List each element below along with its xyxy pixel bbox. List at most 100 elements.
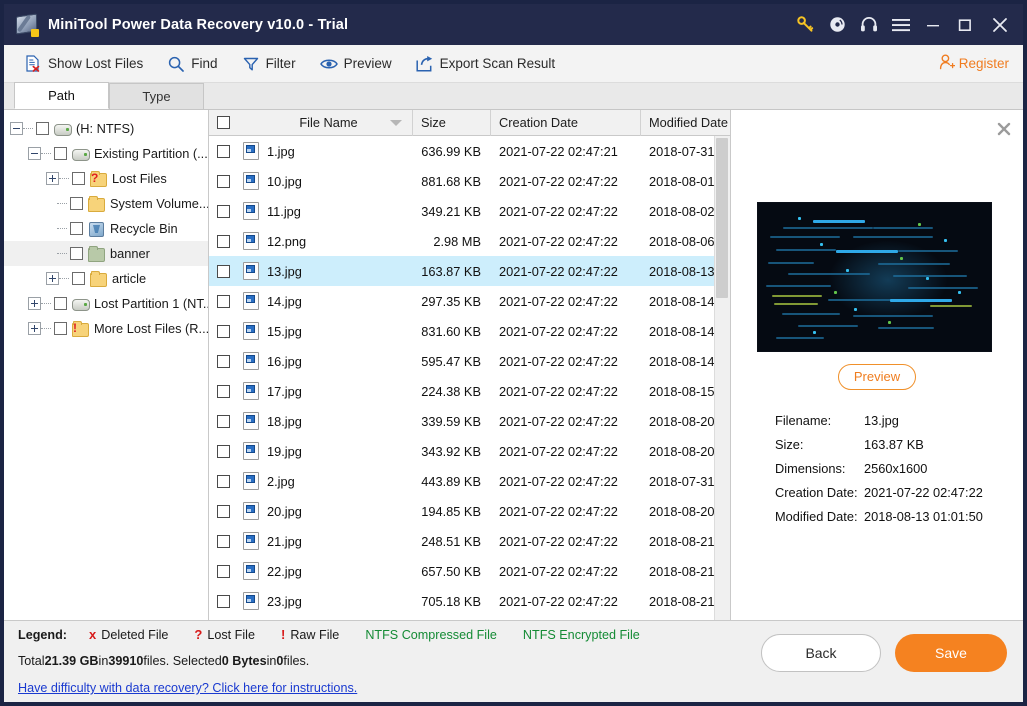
tree-item-system-volume[interactable]: System Volume... xyxy=(4,191,208,216)
tree-expander-plus-icon[interactable] xyxy=(28,322,41,335)
close-icon[interactable] xyxy=(981,4,1019,45)
preview-button[interactable]: Preview xyxy=(308,45,404,82)
tree-item-checkbox[interactable] xyxy=(70,222,83,235)
tree-item-checkbox[interactable] xyxy=(54,297,67,310)
file-row-checkbox-cell[interactable] xyxy=(209,354,237,368)
tree-expander-plus-icon[interactable] xyxy=(46,172,59,185)
headset-icon[interactable] xyxy=(853,4,885,45)
file-row-checkbox[interactable] xyxy=(216,204,230,218)
file-row-checkbox-cell[interactable] xyxy=(209,294,237,308)
file-row[interactable]: 16.jpg 595.47 KB 2021-07-22 02:47:22 2018-0… xyxy=(209,346,730,376)
file-list-scrollbar[interactable] xyxy=(714,136,730,620)
file-row-checkbox-cell[interactable] xyxy=(209,504,237,518)
hamburger-menu-icon[interactable] xyxy=(885,4,917,45)
tree-item-checkbox[interactable] xyxy=(36,122,49,135)
file-row-checkbox[interactable] xyxy=(216,564,230,578)
preview-open-button[interactable]: Preview xyxy=(838,364,916,390)
tree-item-checkbox[interactable] xyxy=(54,147,67,160)
register-button[interactable]: Register xyxy=(939,45,1009,82)
file-row[interactable]: 11.jpg 349.21 KB 2021-07-22 02:47:22 2018-0… xyxy=(209,196,730,226)
file-row-checkbox[interactable] xyxy=(216,594,230,608)
file-row[interactable]: 19.jpg 343.92 KB 2021-07-22 02:47:22 2018-0… xyxy=(209,436,730,466)
filter-button[interactable]: Filter xyxy=(230,45,308,82)
tree-item-checkbox[interactable] xyxy=(72,272,85,285)
tree-expander-minus-icon[interactable] xyxy=(28,147,41,160)
file-row[interactable]: 1.jpg 636.99 KB 2021-07-22 02:47:21 2018-07… xyxy=(209,136,730,166)
tab-path[interactable]: Path xyxy=(14,82,109,109)
save-button[interactable]: Save xyxy=(895,634,1007,672)
help-link[interactable]: Have difficulty with data recovery? Clic… xyxy=(18,681,357,695)
tree-item-recycle-bin[interactable]: Recycle Bin xyxy=(4,216,208,241)
file-row[interactable]: 10.jpg 881.68 KB 2021-07-22 02:47:22 2018-0… xyxy=(209,166,730,196)
directory-tree[interactable]: (H: NTFS) Existing Partition (...? Lost Fi… xyxy=(4,110,209,620)
tree-expander-plus-icon[interactable] xyxy=(46,272,59,285)
tree-expander-minus-icon[interactable] xyxy=(10,122,23,135)
minimize-icon[interactable] xyxy=(917,4,949,45)
file-row-checkbox-cell[interactable] xyxy=(209,264,237,278)
tree-item-h-ntfs[interactable]: (H: NTFS) xyxy=(4,116,208,141)
file-row-checkbox-cell[interactable] xyxy=(209,594,237,608)
scrollbar-thumb[interactable] xyxy=(716,138,728,298)
select-all-header[interactable] xyxy=(209,110,237,136)
file-row-checkbox-cell[interactable] xyxy=(209,444,237,458)
file-row-checkbox[interactable] xyxy=(216,174,230,188)
file-row-checkbox-cell[interactable] xyxy=(209,384,237,398)
file-row-checkbox-cell[interactable] xyxy=(209,324,237,338)
tree-item-lost-files[interactable]: ? Lost Files xyxy=(4,166,208,191)
file-row-checkbox-cell[interactable] xyxy=(209,474,237,488)
tree-item-lost-partition-1-nt[interactable]: Lost Partition 1 (NT... xyxy=(4,291,208,316)
file-row[interactable]: 18.jpg 339.59 KB 2021-07-22 02:47:22 2018-0… xyxy=(209,406,730,436)
column-header-modified-date[interactable]: Modified Date xyxy=(641,110,730,136)
file-row-checkbox[interactable] xyxy=(216,264,230,278)
tree-item-checkbox[interactable] xyxy=(70,197,83,210)
column-header-size[interactable]: Size xyxy=(413,109,491,136)
select-all-checkbox[interactable] xyxy=(216,116,230,129)
file-row-checkbox[interactable] xyxy=(216,444,230,458)
column-header-file-name[interactable]: File Name xyxy=(237,109,413,136)
tree-item-checkbox[interactable] xyxy=(70,247,83,260)
file-row-checkbox-cell[interactable] xyxy=(209,234,237,248)
file-row-checkbox[interactable] xyxy=(216,144,230,158)
tree-item-article[interactable]: article xyxy=(4,266,208,291)
file-row[interactable]: 14.jpg 297.35 KB 2021-07-22 02:47:22 2018-0… xyxy=(209,286,730,316)
tab-type[interactable]: Type xyxy=(109,83,204,109)
file-row-checkbox-cell[interactable] xyxy=(209,534,237,548)
file-row[interactable]: 21.jpg 248.51 KB 2021-07-22 02:47:22 2018-0… xyxy=(209,526,730,556)
file-row[interactable]: 2.jpg 443.89 KB 2021-07-22 02:47:22 2018-07… xyxy=(209,466,730,496)
file-row[interactable]: 15.jpg 831.60 KB 2021-07-22 02:47:22 2018-0… xyxy=(209,316,730,346)
file-row-checkbox-cell[interactable] xyxy=(209,564,237,578)
export-scan-result-button[interactable]: Export Scan Result xyxy=(404,45,568,82)
show-lost-files-button[interactable]: Show Lost Files xyxy=(12,45,155,82)
disc-icon[interactable] xyxy=(821,4,853,45)
tree-item-checkbox[interactable] xyxy=(72,172,85,185)
tree-item-more-lost-files-r[interactable]: ! More Lost Files (R... xyxy=(4,316,208,341)
back-button[interactable]: Back xyxy=(761,634,881,672)
file-row-checkbox[interactable] xyxy=(216,384,230,398)
file-row-checkbox[interactable] xyxy=(216,504,230,518)
tree-item-existing-partition[interactable]: Existing Partition (... xyxy=(4,141,208,166)
file-row-checkbox[interactable] xyxy=(216,294,230,308)
file-row[interactable]: 20.jpg 194.85 KB 2021-07-22 02:47:22 2018-0… xyxy=(209,496,730,526)
file-row-checkbox[interactable] xyxy=(216,324,230,338)
find-button[interactable]: Find xyxy=(155,45,229,82)
file-row-checkbox[interactable] xyxy=(216,234,230,248)
preview-close-icon[interactable] xyxy=(997,122,1011,136)
file-row-checkbox[interactable] xyxy=(216,534,230,548)
file-row[interactable]: 12.png 2.98 MB 2021-07-22 02:47:22 2018-08-… xyxy=(209,226,730,256)
tree-expander-plus-icon[interactable] xyxy=(28,297,41,310)
tree-item-banner[interactable]: banner xyxy=(4,241,208,266)
column-header-creation-date[interactable]: Creation Date xyxy=(491,109,641,136)
file-row[interactable]: 22.jpg 657.50 KB 2021-07-22 02:47:22 2018-0… xyxy=(209,556,730,586)
file-row-checkbox-cell[interactable] xyxy=(209,414,237,428)
key-icon[interactable] xyxy=(789,4,821,45)
file-row-checkbox-cell[interactable] xyxy=(209,144,237,158)
file-row-checkbox[interactable] xyxy=(216,414,230,428)
tree-item-checkbox[interactable] xyxy=(54,322,67,335)
file-row[interactable]: 23.jpg 705.18 KB 2021-07-22 02:47:22 2018-0… xyxy=(209,586,730,616)
file-row[interactable]: 13.jpg 163.87 KB 2021-07-22 02:47:22 2018-0… xyxy=(209,256,730,286)
file-row-checkbox[interactable] xyxy=(216,354,230,368)
file-row-checkbox-cell[interactable] xyxy=(209,174,237,188)
file-row[interactable]: 17.jpg 224.38 KB 2021-07-22 02:47:22 2018-0… xyxy=(209,376,730,406)
file-row-checkbox-cell[interactable] xyxy=(209,204,237,218)
file-row-checkbox[interactable] xyxy=(216,474,230,488)
